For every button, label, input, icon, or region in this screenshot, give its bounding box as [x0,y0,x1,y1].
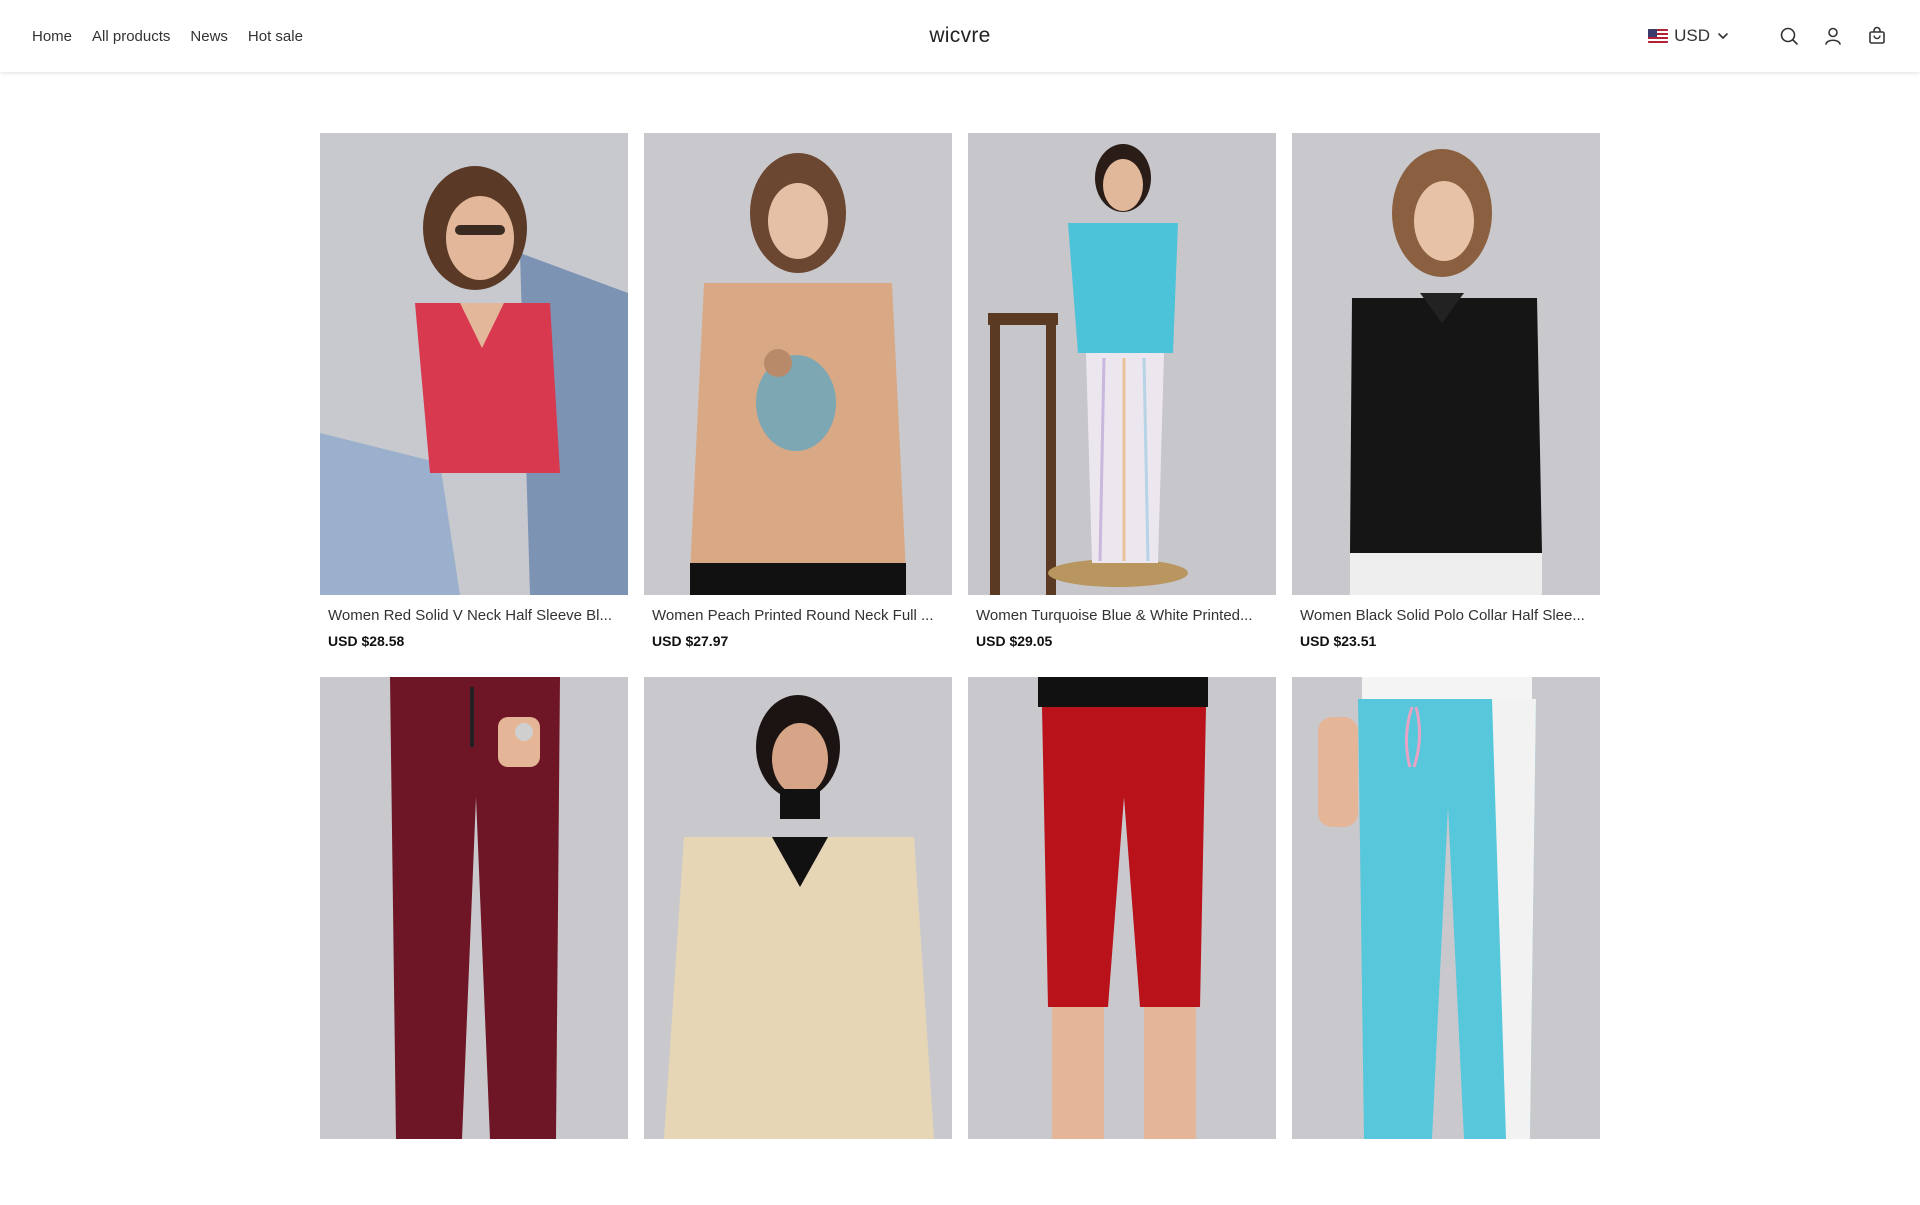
account-button[interactable] [1822,25,1844,47]
currency-label: USD [1674,26,1710,45]
product-photo-cream-cardigan [644,677,952,1139]
product-grid: Women Red Solid V Neck Half Sleeve Bl...… [320,133,1600,1205]
nav-news[interactable]: News [190,28,228,45]
product-title[interactable]: Women Turquoise Blue & White Printed... [976,607,1268,625]
product-info: Women Red Solid V Neck Half Sleeve Bl...… [320,595,628,661]
product-price: USD $23.51 [1300,633,1377,649]
product-card[interactable] [320,677,628,1205]
header-tools: USD [1648,0,1888,72]
product-price: USD $27.97 [652,633,729,649]
product-photo-maroon-pants [320,677,628,1139]
product-info [320,1139,628,1205]
product-title[interactable]: Women Black Solid Polo Collar Half Slee.… [1300,607,1592,625]
product-info: Women Peach Printed Round Neck Full ... … [644,595,952,661]
product-info [1292,1139,1600,1205]
product-card[interactable]: Women Peach Printed Round Neck Full ... … [644,133,952,661]
product-card[interactable]: Women Black Solid Polo Collar Half Slee.… [1292,133,1600,661]
chevron-down-icon [1718,33,1728,39]
product-card[interactable]: Women Red Solid V Neck Half Sleeve Bl...… [320,133,628,661]
nav-home[interactable]: Home [32,28,72,45]
site-header: Home All products News Hot sale wicvre U… [0,0,1920,72]
us-flag-icon [1648,29,1669,43]
product-image[interactable] [968,133,1276,595]
search-icon [1780,27,1798,45]
product-photo-red-top [320,133,628,595]
product-image[interactable] [1292,133,1600,595]
user-icon [1825,27,1841,45]
product-price: USD $28.58 [328,633,405,649]
nav-hot-sale[interactable]: Hot sale [248,28,303,45]
product-card[interactable]: Women Turquoise Blue & White Printed... … [968,133,1276,661]
cart-icon [1869,26,1885,44]
product-card[interactable] [644,677,952,1205]
product-photo-turquoise-tee [968,133,1276,595]
product-photo-peach-sweatshirt [644,133,952,595]
currency-selector[interactable]: USD [1648,26,1730,46]
product-image[interactable] [320,677,628,1139]
product-info [968,1139,1276,1205]
product-card[interactable] [968,677,1276,1205]
product-price: USD $29.05 [976,633,1053,649]
product-photo-sky-blue-joggers [1292,677,1600,1139]
product-card[interactable] [1292,677,1600,1205]
product-photo-black-polo [1292,133,1600,595]
main-nav: Home All products News Hot sale [32,0,303,72]
product-image[interactable] [644,133,952,595]
product-image[interactable] [320,133,628,595]
product-title[interactable]: Women Peach Printed Round Neck Full ... [652,607,944,625]
cart-button[interactable] [1866,25,1888,47]
search-button[interactable] [1778,25,1800,47]
product-info: Women Black Solid Polo Collar Half Slee.… [1292,595,1600,661]
brand-logo[interactable]: wicvre [929,24,990,48]
product-info [644,1139,952,1205]
product-image[interactable] [644,677,952,1139]
product-image[interactable] [968,677,1276,1139]
product-photo-red-capri [968,677,1276,1139]
nav-all-products[interactable]: All products [92,28,170,45]
product-info: Women Turquoise Blue & White Printed... … [968,595,1276,661]
product-title[interactable]: Women Red Solid V Neck Half Sleeve Bl... [328,607,620,625]
product-image[interactable] [1292,677,1600,1139]
